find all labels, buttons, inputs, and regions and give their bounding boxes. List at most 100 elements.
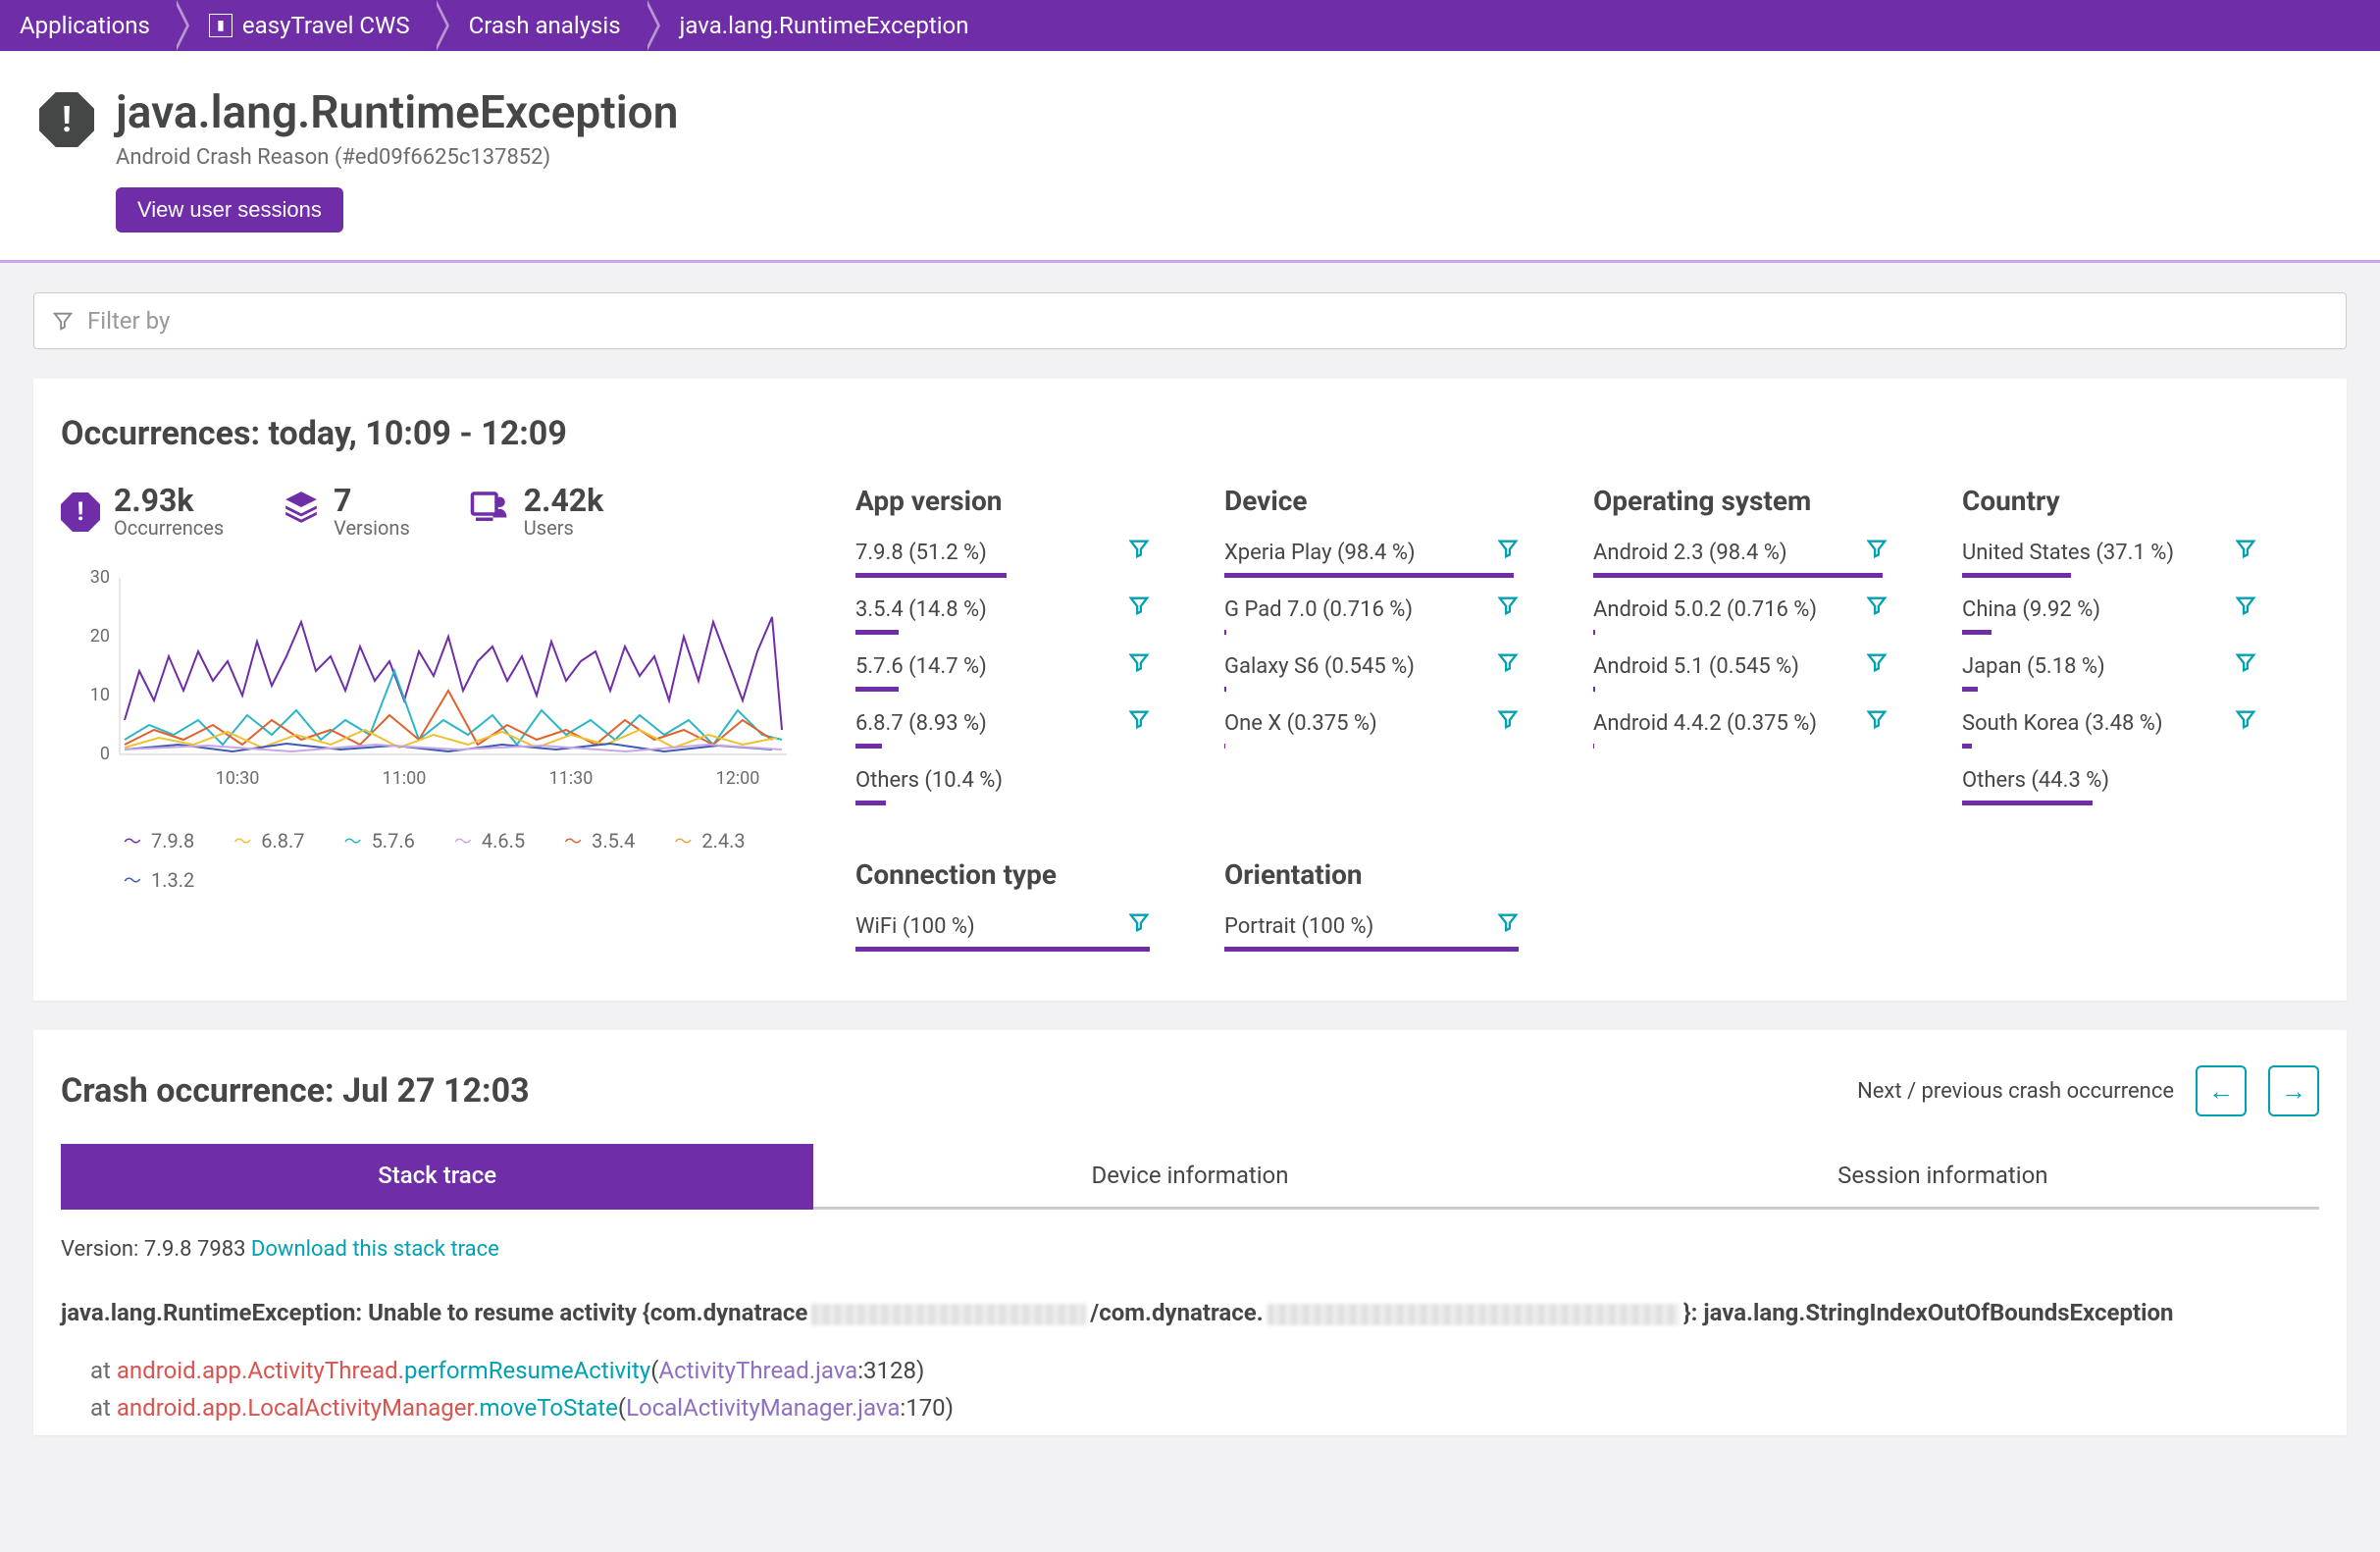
filter-icon[interactable] xyxy=(1128,911,1150,939)
filter-icon[interactable] xyxy=(1128,708,1150,736)
filter-icon[interactable] xyxy=(1866,651,1888,679)
download-stack-trace-link[interactable]: Download this stack trace xyxy=(251,1237,499,1262)
bar-track xyxy=(1224,744,1519,749)
trace-version: Version: 7.9.8 7983 xyxy=(61,1237,251,1262)
prev-crash-button[interactable]: ← xyxy=(2196,1065,2247,1116)
exception-message: java.lang.RuntimeException: Unable to re… xyxy=(61,1295,2319,1330)
filter-icon[interactable] xyxy=(2235,538,2256,565)
legend-item[interactable]: 〜4.6.5 xyxy=(454,828,525,854)
bar-track xyxy=(855,744,1150,749)
bar-track xyxy=(1224,947,1519,952)
view-user-sessions-button[interactable]: View user sessions xyxy=(116,187,343,233)
bar-track xyxy=(1593,687,1888,692)
bar-track xyxy=(1224,687,1519,692)
group-item-label: South Korea (3.48 %) xyxy=(1962,705,2163,738)
stats-row: ! 2.93kOccurrences 7Versions 2.42kUsers xyxy=(61,485,797,540)
filter-icon[interactable] xyxy=(1128,538,1150,565)
breadcrumb: Applications ▮easyTravel CWS Crash analy… xyxy=(0,0,2380,51)
filter-icon[interactable] xyxy=(1497,651,1519,679)
filter-icon[interactable] xyxy=(1497,538,1519,565)
bar-track xyxy=(1224,630,1519,635)
filter-icon[interactable] xyxy=(1128,651,1150,679)
group-item-label: Android 5.0.2 (0.716 %) xyxy=(1593,592,1817,624)
tab-stack-trace[interactable]: Stack trace xyxy=(61,1144,813,1210)
occurrences-title: Occurrences: today, 10:09 - 12:09 xyxy=(61,414,2319,453)
stat-label: Versions xyxy=(334,516,410,540)
bar-fill xyxy=(1962,801,2093,805)
bar-fill xyxy=(855,947,1150,952)
tab-device-info[interactable]: Device information xyxy=(813,1144,1566,1210)
bar-track xyxy=(1593,744,1888,749)
bar-fill xyxy=(855,573,1007,578)
bar-track xyxy=(1962,630,2256,635)
bar-fill xyxy=(1962,573,2071,578)
legend-swatch-icon: 〜 xyxy=(124,867,141,893)
legend-item[interactable]: 〜5.7.6 xyxy=(344,828,415,854)
group-item-label: China (9.92 %) xyxy=(1962,592,2100,624)
next-crash-button[interactable]: → xyxy=(2268,1065,2319,1116)
legend-item[interactable]: 〜2.4.3 xyxy=(674,828,745,854)
filter-icon[interactable] xyxy=(1497,911,1519,939)
group-item: Android 2.3 (98.4 %) xyxy=(1593,535,1888,567)
bar-fill xyxy=(1962,687,1978,692)
filter-icon[interactable] xyxy=(1866,708,1888,736)
stack-line: at android.app.LocalActivityManager.move… xyxy=(61,1389,2319,1426)
bar-track xyxy=(1593,630,1888,635)
stat-label: Users xyxy=(524,516,603,540)
filter-placeholder: Filter by xyxy=(87,307,170,335)
bar-fill xyxy=(1962,630,1992,635)
ytick: 20 xyxy=(90,626,110,647)
legend-item[interactable]: 〜1.3.2 xyxy=(124,867,194,893)
chart-legend: 〜7.9.8 〜6.8.7 〜5.7.6 〜4.6.5 〜3.5.4 〜2.4.3 〜1.3… xyxy=(124,828,797,893)
bar-fill xyxy=(855,687,899,692)
group-title: Connection type xyxy=(855,858,1150,891)
group-title: Device xyxy=(1224,485,1519,517)
breadcrumb-crash-analysis[interactable]: Crash analysis xyxy=(434,0,645,51)
filter-input[interactable]: Filter by xyxy=(33,292,2347,349)
legend-swatch-icon: 〜 xyxy=(233,828,251,854)
bar-fill xyxy=(1593,744,1594,749)
filter-icon[interactable] xyxy=(2235,651,2256,679)
group-item: Galaxy S6 (0.545 %) xyxy=(1224,648,1519,681)
filter-icon[interactable] xyxy=(1866,595,1888,622)
group-item-label: Android 5.1 (0.545 %) xyxy=(1593,648,1799,681)
crash-occurrence-panel: Crash occurrence: Jul 27 12:03 Next / pr… xyxy=(33,1030,2347,1435)
users-icon xyxy=(469,487,510,538)
legend-item[interactable]: 〜6.8.7 xyxy=(233,828,304,854)
stack-trace: at android.app.ActivityThread.performRes… xyxy=(61,1352,2319,1427)
legend-swatch-icon: 〜 xyxy=(344,828,362,854)
filter-icon[interactable] xyxy=(2235,595,2256,622)
crash-title: Crash occurrence: Jul 27 12:03 xyxy=(61,1071,530,1111)
bar-fill xyxy=(1224,630,1226,635)
group-item: South Korea (3.48 %) xyxy=(1962,705,2256,738)
ytick: 30 xyxy=(90,567,110,588)
bar-track xyxy=(1224,573,1519,578)
tab-session-info[interactable]: Session information xyxy=(1567,1144,2319,1210)
group-title: App version xyxy=(855,485,1150,517)
stack-line: at android.app.ActivityThread.performRes… xyxy=(61,1352,2319,1389)
group-item-label: Galaxy S6 (0.545 %) xyxy=(1224,648,1415,681)
versions-icon xyxy=(283,489,320,536)
group-os: Operating system Android 2.3 (98.4 %) An… xyxy=(1593,485,1888,819)
group-item-label: 3.5.4 (14.8 %) xyxy=(855,592,987,624)
group-item: Japan (5.18 %) xyxy=(1962,648,2256,681)
filter-icon[interactable] xyxy=(1866,538,1888,565)
group-item: 5.7.6 (14.7 %) xyxy=(855,648,1150,681)
legend-item[interactable]: 〜7.9.8 xyxy=(124,828,194,854)
filter-icon[interactable] xyxy=(1128,595,1150,622)
group-item-label: Android 2.3 (98.4 %) xyxy=(1593,535,1787,567)
legend-swatch-icon: 〜 xyxy=(674,828,692,854)
xtick: 10:30 xyxy=(216,768,260,789)
legend-item[interactable]: 〜3.5.4 xyxy=(564,828,635,854)
bar-track xyxy=(1593,573,1888,578)
group-item: 3.5.4 (14.8 %) xyxy=(855,592,1150,624)
filter-icon[interactable] xyxy=(1497,708,1519,736)
breadcrumb-applications[interactable]: Applications xyxy=(0,0,174,51)
page-header: ! java.lang.RuntimeException Android Cra… xyxy=(0,51,2380,263)
group-item: United States (37.1 %) xyxy=(1962,535,2256,567)
group-item-label: Japan (5.18 %) xyxy=(1962,648,2105,681)
group-item-label: Xperia Play (98.4 %) xyxy=(1224,535,1416,567)
breadcrumb-app[interactable]: ▮easyTravel CWS xyxy=(174,0,434,51)
filter-icon[interactable] xyxy=(2235,708,2256,736)
filter-icon[interactable] xyxy=(1497,595,1519,622)
